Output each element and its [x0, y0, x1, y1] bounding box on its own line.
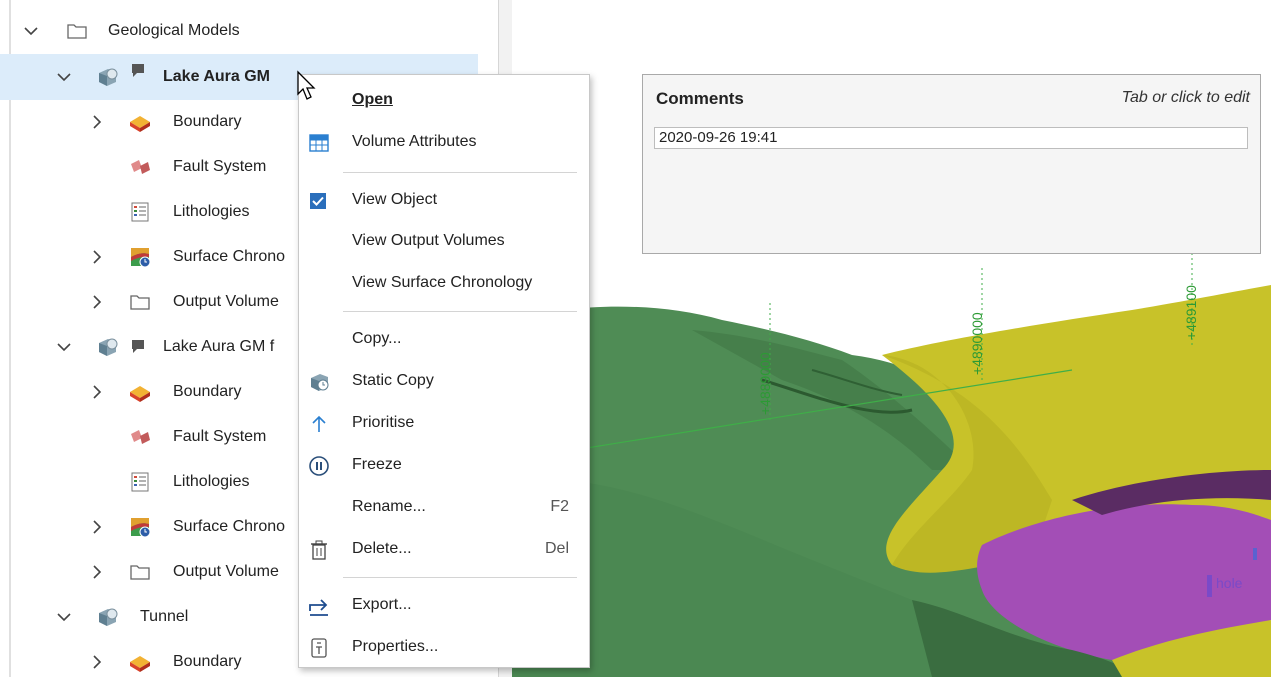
- chevron-right-icon[interactable]: [88, 653, 106, 671]
- mouse-pointer-icon: [297, 70, 316, 100]
- menu-item-delete[interactable]: Delete... Del: [299, 531, 589, 569]
- properties-icon: [307, 636, 331, 660]
- tree-item-geological-models[interactable]: Geological Models: [0, 8, 478, 54]
- boundary-icon: [128, 650, 152, 674]
- folder-icon: [128, 290, 152, 314]
- chevron-down-icon[interactable]: [55, 608, 73, 626]
- chevron-right-icon[interactable]: [88, 518, 106, 536]
- menu-item-label: Delete...: [352, 540, 412, 557]
- chevron-right-icon[interactable]: [88, 383, 106, 401]
- menu-item-export[interactable]: Export...: [299, 587, 589, 625]
- tree-item-label: Tunnel: [140, 608, 189, 625]
- menu-separator: [343, 577, 577, 578]
- grid-label: +489100: [1183, 285, 1199, 340]
- menu-item-label: Prioritise: [352, 414, 415, 431]
- geological-model-icon: [95, 605, 119, 629]
- tree-item-label: Output Volume: [173, 563, 279, 580]
- pause-circle-icon: [307, 454, 331, 478]
- tree-item-label: Fault System: [173, 428, 267, 445]
- table-icon: [307, 131, 331, 155]
- menu-separator: [343, 172, 577, 173]
- menu-item-label: Properties...: [352, 638, 439, 655]
- menu-item-properties[interactable]: Properties...: [299, 629, 589, 667]
- chevron-down-icon[interactable]: [55, 338, 73, 356]
- menu-item-view-surface-chronology[interactable]: View Surface Chronology: [299, 265, 589, 303]
- lithologies-icon: [128, 200, 152, 224]
- comment-icon: [129, 338, 147, 356]
- tree-item-label: Fault System: [173, 158, 267, 175]
- hole-label: hole: [1216, 575, 1243, 591]
- grid-label: +4889000: [757, 352, 773, 415]
- menu-separator: [343, 311, 577, 312]
- tree-item-label: Boundary: [173, 383, 242, 400]
- folder-icon: [128, 560, 152, 584]
- context-menu: Open Volume Attributes View Object View …: [298, 74, 590, 668]
- shortcut-label: F2: [550, 498, 569, 515]
- surface-chronology-icon: [128, 515, 152, 539]
- static-copy-icon: [307, 370, 331, 394]
- export-arrow-icon: [307, 594, 331, 618]
- chevron-right-icon[interactable]: [88, 113, 106, 131]
- shortcut-label: Del: [544, 540, 569, 557]
- menu-item-copy[interactable]: Copy...: [299, 321, 589, 359]
- menu-item-rename[interactable]: Rename... F2: [299, 489, 589, 527]
- comments-panel[interactable]: Comments Tab or click to edit 2020-09-26…: [642, 74, 1261, 254]
- menu-item-prioritise[interactable]: Prioritise: [299, 405, 589, 443]
- menu-item-label: Freeze: [352, 456, 402, 473]
- menu-item-label: Rename...: [352, 498, 426, 515]
- tree-item-label: Boundary: [173, 653, 242, 670]
- chevron-right-icon[interactable]: [88, 293, 106, 311]
- trash-icon: [307, 538, 331, 562]
- tree-item-label: Surface Chrono: [173, 248, 286, 265]
- menu-item-label: View Output Volumes: [352, 232, 505, 249]
- comments-field[interactable]: 2020-09-26 19:41: [654, 127, 1248, 149]
- tree-item-label: Lake Aura GM f: [163, 338, 275, 355]
- tree-item-label: Lake Aura GM: [163, 68, 270, 85]
- boundary-icon: [128, 110, 152, 134]
- comment-icon: [129, 62, 147, 80]
- chevron-down-icon[interactable]: [55, 68, 73, 86]
- surface-chronology-icon: [128, 245, 152, 269]
- tree-item-label: Output Volume: [173, 293, 279, 310]
- comments-title: Comments: [656, 89, 744, 108]
- menu-item-label: Volume Attributes: [352, 133, 477, 150]
- tree-item-label: Boundary: [173, 113, 242, 130]
- tree-item-label: Geological Models: [108, 22, 240, 39]
- arrow-up-icon: [307, 412, 331, 436]
- menu-item-label: Export...: [352, 596, 412, 613]
- lithologies-icon: [128, 470, 152, 494]
- fault-system-icon: [128, 155, 152, 179]
- grid-label: +4890000: [969, 312, 985, 375]
- chevron-right-icon[interactable]: [88, 563, 106, 581]
- tree-item-label: Surface Chrono: [173, 518, 286, 535]
- menu-item-volume-attributes[interactable]: Volume Attributes: [299, 124, 589, 162]
- menu-item-view-object[interactable]: View Object: [299, 182, 589, 220]
- menu-item-open[interactable]: Open: [299, 82, 589, 120]
- comments-edit-hint: Tab or click to edit: [1121, 89, 1250, 106]
- folder-icon: [65, 19, 89, 43]
- menu-item-view-output-volumes[interactable]: View Output Volumes: [299, 223, 589, 261]
- chevron-down-icon[interactable]: [22, 22, 40, 40]
- menu-item-freeze[interactable]: Freeze: [299, 447, 589, 485]
- tree-item-label: Lithologies: [173, 203, 250, 220]
- boundary-icon: [128, 380, 152, 404]
- menu-item-label: Open: [352, 91, 393, 108]
- menu-item-label: View Surface Chronology: [352, 274, 533, 291]
- menu-item-static-copy[interactable]: Static Copy: [299, 363, 589, 401]
- fault-system-icon: [128, 425, 152, 449]
- geological-model-icon: [95, 65, 119, 89]
- checkbox-checked-icon[interactable]: [309, 192, 327, 210]
- tree-item-label: Lithologies: [173, 473, 250, 490]
- geological-model-icon: [95, 335, 119, 359]
- menu-item-label: Copy...: [352, 330, 402, 347]
- chevron-right-icon[interactable]: [88, 248, 106, 266]
- menu-item-label: View Object: [352, 191, 438, 208]
- menu-item-label: Static Copy: [352, 372, 434, 389]
